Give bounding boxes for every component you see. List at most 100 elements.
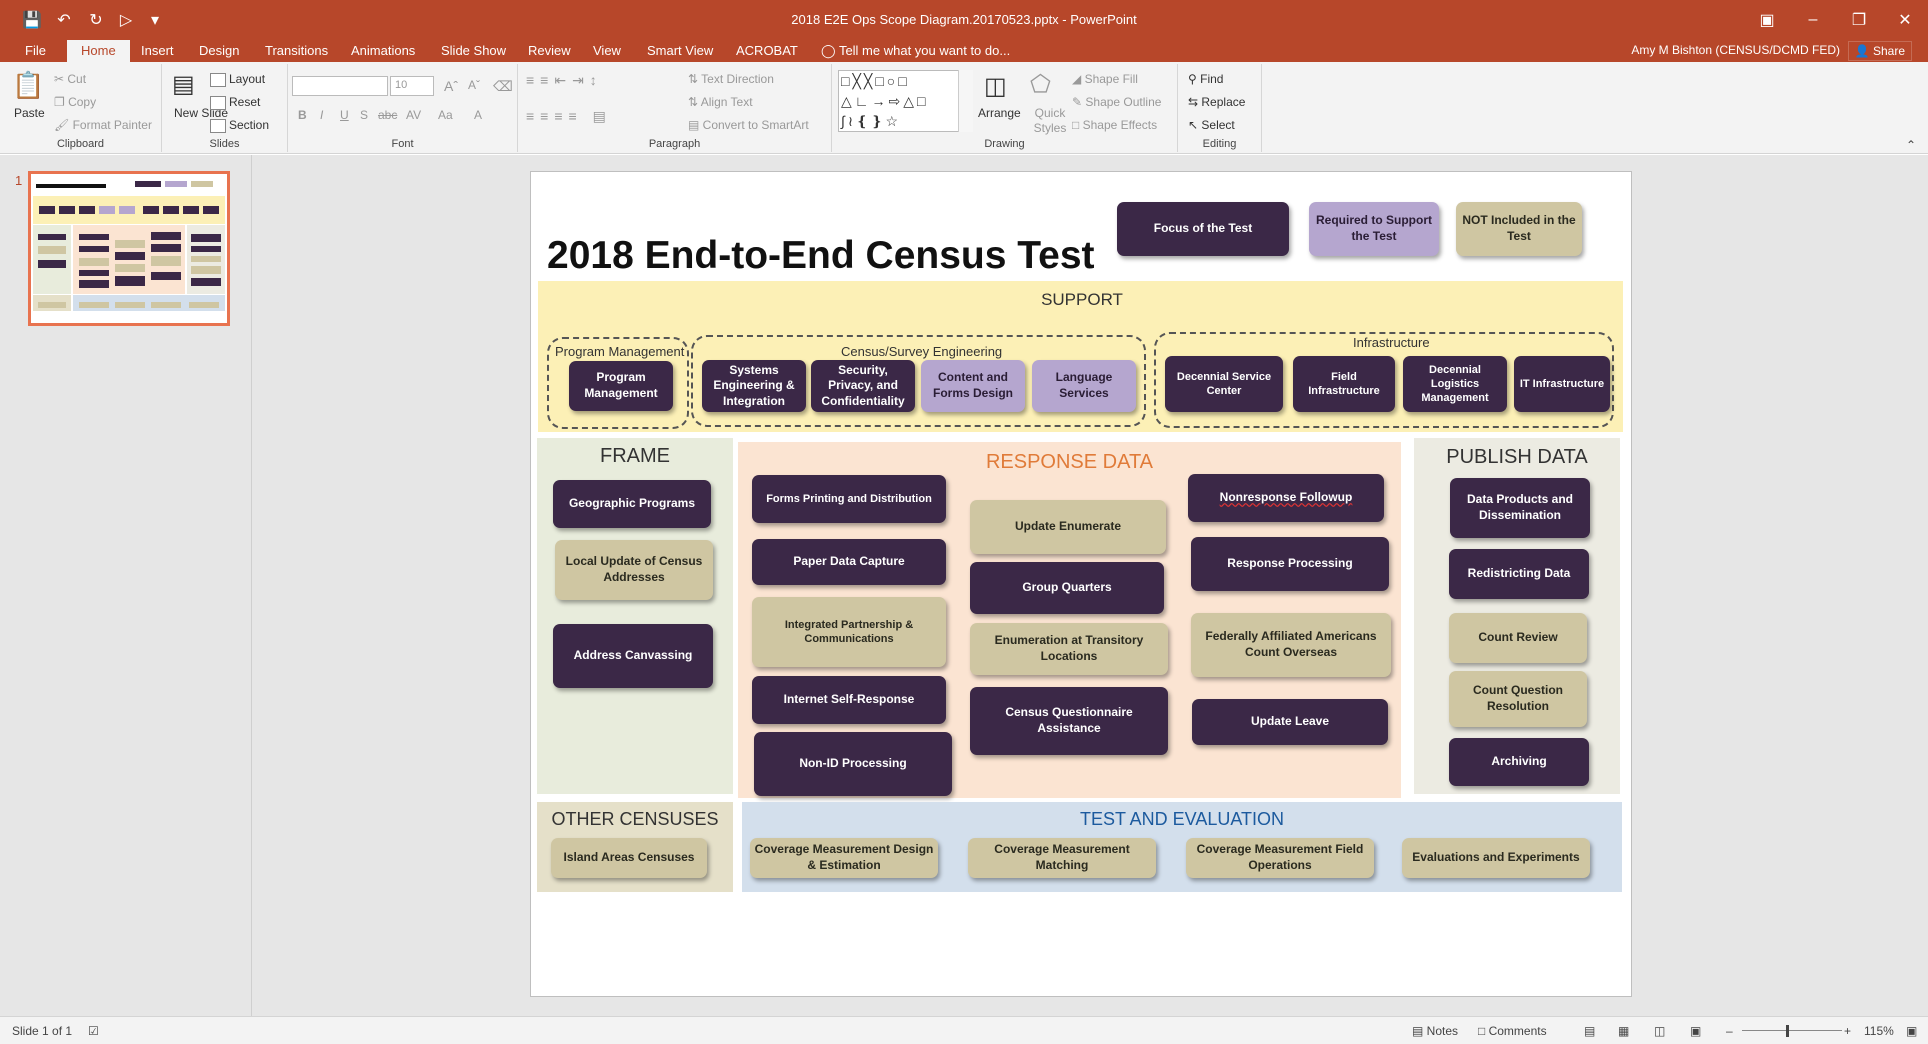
legend-required[interactable]: Required to Support the Test <box>1309 202 1439 256</box>
close-icon[interactable]: ✕ <box>1882 0 1928 40</box>
support-systems-engineering[interactable]: Systems Engineering & Integration <box>702 360 806 412</box>
support-it-infrastructure[interactable]: IT Infrastructure <box>1514 356 1610 412</box>
zoom-slider[interactable] <box>1742 1030 1842 1031</box>
tab-slide-show[interactable]: Slide Show <box>432 43 515 58</box>
shrink-font-icon[interactable]: Aˇ <box>468 78 480 92</box>
shape-outline-button[interactable]: ✎ Shape Outline <box>1072 95 1161 109</box>
response-paper-data-capture[interactable]: Paper Data Capture <box>752 539 946 585</box>
share-button[interactable]: 👤 Share <box>1847 41 1912 61</box>
font-color-icon[interactable]: A <box>474 108 482 122</box>
legend-not-included[interactable]: NOT Included in the Test <box>1456 202 1582 256</box>
char-spacing-icon[interactable]: AV <box>406 108 421 122</box>
new-slide-icon[interactable]: ▤ <box>172 70 195 99</box>
support-language-services[interactable]: Language Services <box>1032 360 1136 412</box>
font-name-input[interactable] <box>292 76 388 96</box>
zoom-level[interactable]: 115% <box>1864 1024 1894 1038</box>
tab-view[interactable]: View <box>584 43 630 58</box>
support-content-forms-design[interactable]: Content and Forms Design <box>921 360 1025 412</box>
reset-button[interactable]: Reset <box>210 95 260 110</box>
frame-geographic-programs[interactable]: Geographic Programs <box>553 480 711 528</box>
tab-transitions[interactable]: Transitions <box>256 43 337 58</box>
support-field-infrastructure[interactable]: Field Infrastructure <box>1293 356 1395 412</box>
find-button[interactable]: ⚲ Find <box>1188 72 1223 86</box>
legend-focus[interactable]: Focus of the Test <box>1117 202 1289 256</box>
shadow-icon[interactable]: S <box>360 108 368 122</box>
cut-button[interactable]: ✂ Cut <box>54 72 86 86</box>
frame-address-canvassing[interactable]: Address Canvassing <box>553 624 713 688</box>
slide-sorter-icon[interactable]: ▦ <box>1618 1024 1629 1038</box>
account-name[interactable]: Amy M Bishton (CENSUS/DCMD FED) <box>1631 43 1840 57</box>
layout-button[interactable]: Layout <box>210 72 265 87</box>
notes-button[interactable]: ▤ Notes <box>1412 1024 1458 1038</box>
frame-local-update[interactable]: Local Update of Census Addresses <box>555 540 713 600</box>
copy-button[interactable]: ❐ Copy <box>54 95 96 109</box>
list-icons[interactable]: ≡≡⇤⇥↕ <box>526 72 603 89</box>
strikethrough-icon[interactable]: abc <box>378 108 397 122</box>
publish-count-question-resolution[interactable]: Count Question Resolution <box>1449 671 1587 727</box>
minimize-icon[interactable]: – <box>1790 0 1836 40</box>
normal-view-icon[interactable]: ▤ <box>1584 1024 1595 1038</box>
slideshow-view-icon[interactable]: ▣ <box>1690 1024 1701 1038</box>
align-text-button[interactable]: ⇅ Align Text <box>688 95 753 109</box>
section-button[interactable]: Section <box>210 118 269 133</box>
response-forms-printing[interactable]: Forms Printing and Distribution <box>752 475 946 523</box>
arrange-button[interactable]: Arrange <box>978 106 1021 120</box>
support-program-management[interactable]: Program Management <box>569 361 673 411</box>
text-direction-button[interactable]: ⇅ Text Direction <box>688 72 774 86</box>
comments-button[interactable]: □ Comments <box>1478 1024 1547 1038</box>
paste-button[interactable]: Paste <box>14 106 45 120</box>
change-case-icon[interactable]: Aa <box>438 108 453 122</box>
convert-smartart-button[interactable]: ▤ Convert to SmartArt <box>688 118 809 132</box>
test-coverage-matching[interactable]: Coverage Measurement Matching <box>968 838 1156 878</box>
tab-design[interactable]: Design <box>190 43 248 58</box>
paste-icon[interactable]: 📋 <box>12 70 44 101</box>
response-non-id-processing[interactable]: Non-ID Processing <box>754 732 952 796</box>
reading-view-icon[interactable]: ◫ <box>1654 1024 1665 1038</box>
shape-fill-button[interactable]: ◢ Shape Fill <box>1072 72 1138 86</box>
quick-styles-icon[interactable]: ⬠ <box>1030 70 1051 99</box>
test-coverage-field-operations[interactable]: Coverage Measurement Field Operations <box>1186 838 1374 878</box>
publish-archiving[interactable]: Archiving <box>1449 738 1589 786</box>
quick-styles-button[interactable]: Quick Styles <box>1028 106 1072 136</box>
test-evaluations-experiments[interactable]: Evaluations and Experiments <box>1402 838 1590 878</box>
test-coverage-design[interactable]: Coverage Measurement Design & Estimation <box>750 838 938 878</box>
zoom-out-icon[interactable]: – <box>1726 1024 1733 1038</box>
collapse-ribbon-icon[interactable]: ⌃ <box>1906 138 1916 152</box>
response-processing[interactable]: Response Processing <box>1191 537 1389 591</box>
response-nonresponse-followup[interactable]: Nonresponse Followup <box>1188 474 1384 522</box>
zoom-slider-thumb[interactable] <box>1786 1025 1789 1037</box>
spell-check-icon[interactable]: ☑ <box>88 1024 99 1038</box>
tab-smart-view[interactable]: Smart View <box>638 43 722 58</box>
response-internet-self-response[interactable]: Internet Self-Response <box>752 676 946 724</box>
other-island-areas[interactable]: Island Areas Censuses <box>551 838 707 878</box>
font-size-input[interactable]: 10 <box>390 76 434 96</box>
ribbon-display-icon[interactable]: ▣ <box>1744 0 1790 40</box>
response-update-leave[interactable]: Update Leave <box>1192 699 1388 745</box>
restore-icon[interactable]: ❐ <box>1836 0 1882 40</box>
arrange-icon[interactable]: ◫ <box>984 72 1007 101</box>
support-security-privacy[interactable]: Security, Privacy, and Confidentiality <box>811 360 915 412</box>
tab-insert[interactable]: Insert <box>132 43 183 58</box>
select-button[interactable]: ↖ Select <box>1188 118 1235 132</box>
publish-redistricting-data[interactable]: Redistricting Data <box>1449 549 1589 599</box>
response-faaco[interactable]: Federally Affiliated Americans Count Ove… <box>1191 613 1391 677</box>
fit-slide-icon[interactable]: ▣ <box>1906 1024 1917 1038</box>
replace-button[interactable]: ⇆ Replace <box>1188 95 1245 109</box>
slide-canvas[interactable]: 2018 End-to-End Census Test Focus of the… <box>530 171 1632 997</box>
response-update-enumerate[interactable]: Update Enumerate <box>970 500 1166 554</box>
publish-count-review[interactable]: Count Review <box>1449 613 1587 663</box>
support-decennial-logistics[interactable]: Decennial Logistics Management <box>1403 356 1507 412</box>
tab-acrobat[interactable]: ACROBAT <box>727 43 807 58</box>
support-decennial-service-center[interactable]: Decennial Service Center <box>1165 356 1283 412</box>
clear-format-icon[interactable]: ⌫ <box>493 78 513 95</box>
tab-animations[interactable]: Animations <box>342 43 424 58</box>
slide-title[interactable]: 2018 End-to-End Census Test <box>547 234 1095 278</box>
italic-icon[interactable]: I <box>320 108 323 122</box>
shapes-scroll[interactable] <box>958 70 973 132</box>
slide-thumbnail[interactable] <box>28 171 230 326</box>
response-transitory-locations[interactable]: Enumeration at Transitory Locations <box>970 623 1168 675</box>
tab-home[interactable]: Home <box>67 40 130 62</box>
response-integrated-partnership[interactable]: Integrated Partnership & Communications <box>752 597 946 667</box>
underline-icon[interactable]: U <box>340 108 349 122</box>
tab-review[interactable]: Review <box>519 43 580 58</box>
